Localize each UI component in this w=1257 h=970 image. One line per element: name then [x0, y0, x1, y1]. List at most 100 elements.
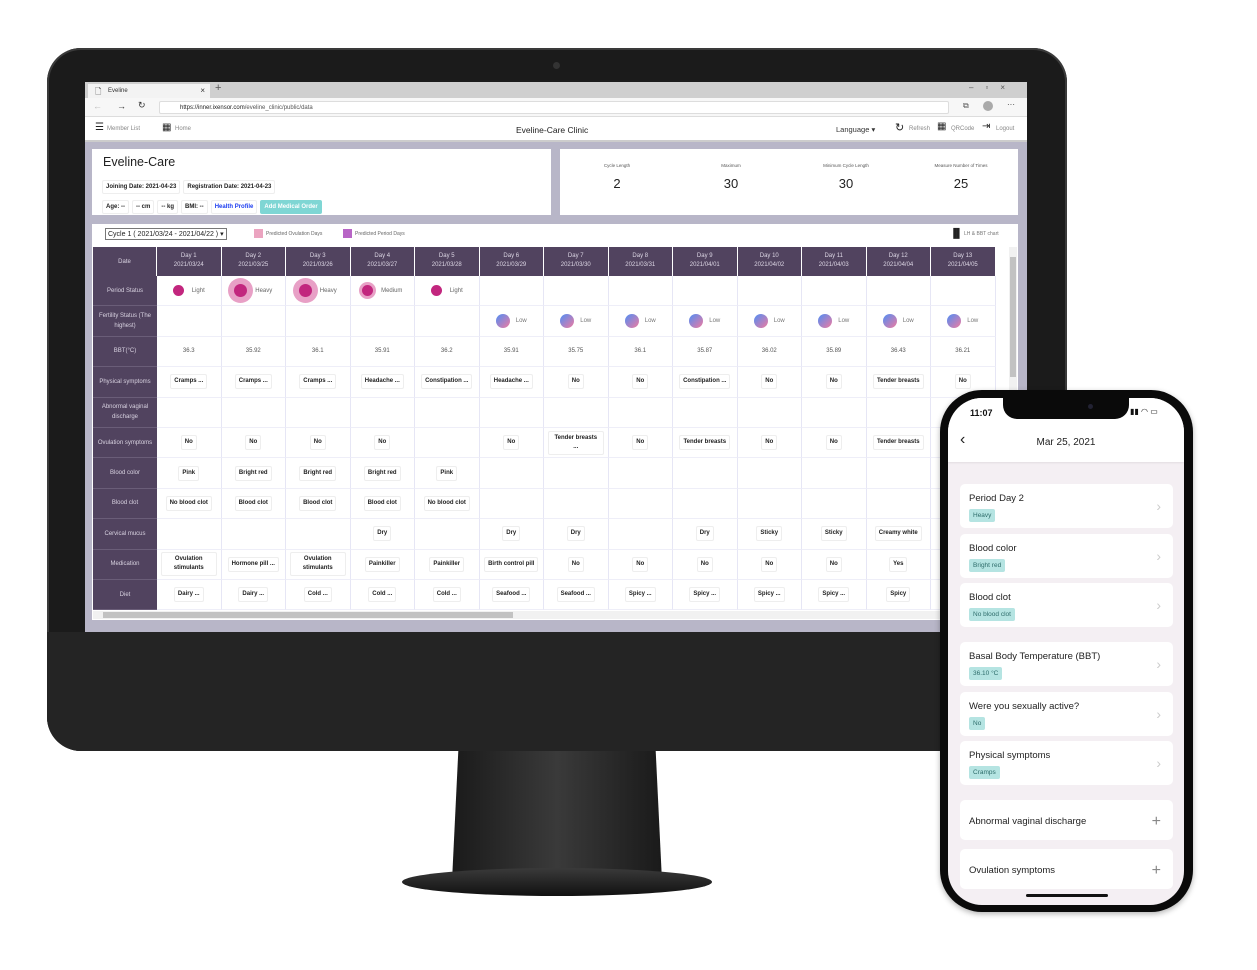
table-cell[interactable]	[802, 276, 867, 307]
table-cell[interactable]: Sticky	[737, 519, 802, 550]
day-header[interactable]: Day 2 2021/03/25	[221, 247, 286, 276]
table-cell[interactable]	[737, 488, 802, 520]
day-header[interactable]: Day 11 2021/04/03	[802, 247, 867, 276]
table-cell[interactable]	[157, 519, 222, 550]
table-cell[interactable]	[286, 519, 351, 550]
horizontal-scrollbar[interactable]	[93, 611, 1017, 619]
table-cell[interactable]	[802, 458, 867, 489]
reload-icon[interactable]: ↻	[138, 100, 146, 111]
table-cell[interactable]	[608, 488, 673, 520]
plus-icon[interactable]: +	[1152, 813, 1161, 831]
chevron-right-icon[interactable]: ›	[1156, 597, 1161, 613]
day-header[interactable]: Day 13 2021/04/05	[931, 247, 996, 276]
table-cell[interactable]	[221, 306, 286, 337]
table-cell[interactable]: No	[479, 427, 544, 459]
table-cell[interactable]: Low	[608, 306, 673, 337]
table-cell[interactable]	[931, 276, 996, 307]
table-cell[interactable]: Spicy ...	[673, 579, 738, 611]
table-cell[interactable]: No	[802, 367, 867, 398]
table-cell[interactable]: No	[608, 427, 673, 459]
table-cell[interactable]	[608, 276, 673, 307]
table-cell[interactable]	[866, 276, 931, 307]
table-cell[interactable]: Yes	[866, 549, 931, 580]
day-header[interactable]: Day 1 2021/03/24	[157, 247, 222, 276]
table-cell[interactable]: 35.89	[802, 336, 867, 368]
table-cell[interactable]: Tender breasts	[866, 427, 931, 459]
table-cell[interactable]: Creamy white	[866, 519, 931, 550]
day-header[interactable]: Day 7 2021/03/30	[544, 247, 609, 276]
table-cell[interactable]	[157, 397, 222, 428]
table-cell[interactable]	[415, 519, 480, 550]
table-cell[interactable]	[544, 276, 609, 307]
table-cell[interactable]: Low	[544, 306, 609, 337]
phone-entry-card[interactable]: Period Day 2 Heavy ›	[960, 484, 1173, 528]
member-list-link[interactable]: Member List	[107, 126, 140, 132]
table-cell[interactable]	[221, 519, 286, 550]
table-cell[interactable]: Dry	[544, 519, 609, 550]
table-cell[interactable]: Light	[415, 276, 480, 307]
table-cell[interactable]: Low	[737, 306, 802, 337]
table-cell[interactable]: Headache ...	[479, 367, 544, 398]
table-cell[interactable]: Pink	[415, 458, 480, 489]
table-cell[interactable]: Bright red	[350, 458, 415, 489]
day-header[interactable]: Day 8 2021/03/31	[608, 247, 673, 276]
home-grid-icon[interactable]: ▦	[162, 122, 171, 133]
profile-avatar[interactable]	[983, 101, 993, 111]
table-cell[interactable]: No	[737, 427, 802, 459]
table-cell[interactable]: Blood clot	[286, 488, 351, 520]
table-cell[interactable]	[866, 397, 931, 428]
table-cell[interactable]	[544, 397, 609, 428]
add-medical-order-button[interactable]: Add Medical Order	[260, 200, 322, 214]
collections-icon[interactable]: ⧉	[963, 101, 969, 111]
cycle-select[interactable]: Cycle 1 ( 2021/03/24 - 2021/04/22 ) ▾	[105, 228, 227, 240]
table-cell[interactable]: Low	[931, 306, 996, 337]
table-cell[interactable]: Blood clot	[350, 488, 415, 520]
table-cell[interactable]: Spicy ...	[608, 579, 673, 611]
table-cell[interactable]: Dairy ...	[221, 579, 286, 611]
table-cell[interactable]: 35.91	[350, 336, 415, 368]
table-cell[interactable]	[737, 397, 802, 428]
day-header[interactable]: Day 12 2021/04/04	[866, 247, 931, 276]
table-cell[interactable]: Hormone pill ...	[221, 549, 286, 580]
table-cell[interactable]	[479, 276, 544, 307]
table-cell[interactable]: Constipation ...	[415, 367, 480, 398]
table-cell[interactable]	[608, 519, 673, 550]
table-cell[interactable]	[479, 397, 544, 428]
table-cell[interactable]: Dry	[479, 519, 544, 550]
back-icon[interactable]: ←	[93, 101, 102, 111]
table-cell[interactable]: Bright red	[286, 458, 351, 489]
logout-button[interactable]: Logout	[996, 126, 1014, 132]
table-cell[interactable]	[286, 306, 351, 337]
language-dropdown[interactable]: Language ▾	[836, 125, 875, 134]
table-cell[interactable]	[415, 397, 480, 428]
browser-tab[interactable]: 🗋 Eveline ×	[88, 84, 210, 98]
table-cell[interactable]: No	[608, 367, 673, 398]
table-cell[interactable]: 35.75	[544, 336, 609, 368]
table-cell[interactable]: Cold ...	[415, 579, 480, 611]
table-cell[interactable]: Cramps ...	[221, 367, 286, 398]
table-cell[interactable]: 36.2	[415, 336, 480, 368]
table-cell[interactable]	[479, 488, 544, 520]
day-header[interactable]: Day 9 2021/04/01	[673, 247, 738, 276]
table-cell[interactable]	[479, 458, 544, 489]
lh-bbt-chart-link[interactable]: LH & BBT chart	[964, 231, 999, 237]
bar-chart-icon[interactable]: ▐▌	[950, 228, 963, 238]
forward-icon[interactable]: →	[117, 101, 126, 111]
table-cell[interactable]	[673, 276, 738, 307]
table-cell[interactable]: Spicy	[866, 579, 931, 611]
table-cell[interactable]: No	[157, 427, 222, 459]
table-cell[interactable]: Heavy	[221, 276, 286, 307]
table-cell[interactable]: 36.1	[286, 336, 351, 368]
table-cell[interactable]: No	[544, 367, 609, 398]
table-cell[interactable]: 36.21	[931, 336, 996, 368]
table-cell[interactable]: Birth control pill	[479, 549, 544, 580]
table-cell[interactable]: 35.87	[673, 336, 738, 368]
table-cell[interactable]: 36.43	[866, 336, 931, 368]
table-cell[interactable]	[221, 397, 286, 428]
table-cell[interactable]: Cold ...	[286, 579, 351, 611]
table-cell[interactable]: Low	[673, 306, 738, 337]
table-cell[interactable]: 36.02	[737, 336, 802, 368]
table-cell[interactable]	[608, 397, 673, 428]
close-tab-icon[interactable]: ×	[200, 86, 205, 95]
vscroll-thumb[interactable]	[1010, 257, 1016, 377]
